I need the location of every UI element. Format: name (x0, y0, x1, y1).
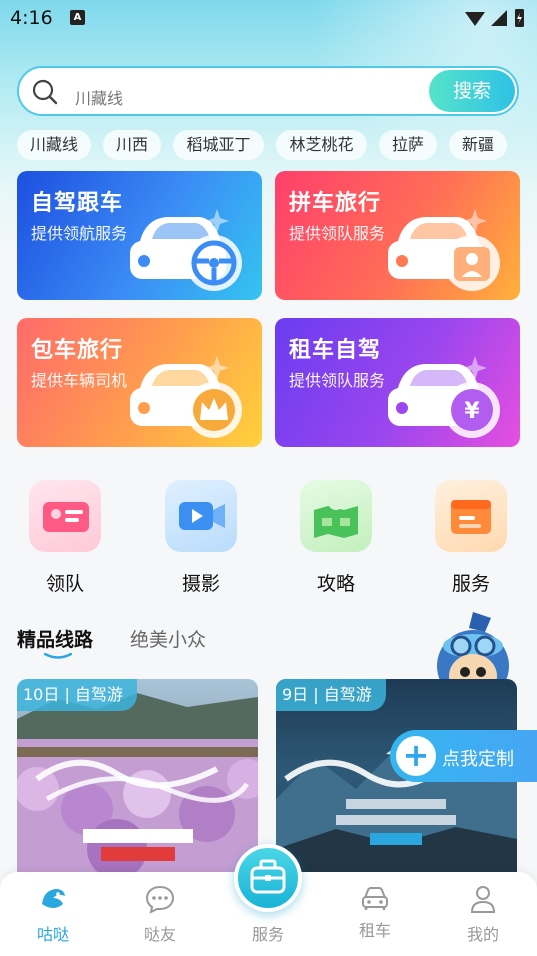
tab-active-indicator (44, 653, 72, 659)
card-title: 拼车旅行 (289, 191, 382, 216)
nav-label: 我的 (466, 925, 499, 944)
car-yuan-icon: ¥ (388, 356, 500, 438)
quick-link-service[interactable]: 服务 (426, 480, 516, 595)
tab-niche-routes[interactable]: 绝美小众 (130, 625, 206, 652)
nav-friends[interactable]: 哒友 (125, 884, 195, 944)
customize-label: 点我定制 (442, 749, 514, 770)
chat-bubble-icon (145, 885, 175, 914)
nav-profile[interactable]: 我的 (448, 884, 518, 944)
customize-trip-button[interactable]: + 点我定制 (390, 730, 537, 782)
notification-a-icon: A (70, 10, 85, 25)
card-subtitle: 提供车辆司机 (31, 371, 128, 390)
quick-link-label: 领队 (45, 573, 84, 595)
svg-text:¥: ¥ (464, 399, 480, 424)
quick-link-guide[interactable]: 攻略 (291, 480, 381, 595)
route-duration-badge: 10日 | 自驾游 (17, 679, 137, 711)
card-title: 租车自驾 (289, 338, 382, 363)
card-subtitle: 提供领航服务 (31, 224, 128, 243)
car-steering-wheel-icon (130, 209, 242, 291)
service-card-rental[interactable]: 租车自驾 提供领队服务 ¥ (275, 318, 520, 447)
search-button[interactable]: 搜索 (429, 70, 515, 112)
quick-link-photography[interactable]: 摄影 (156, 480, 246, 595)
service-card-carpool[interactable]: 拼车旅行 提供领队服务 (275, 171, 520, 300)
status-bar: 4:16 A (0, 0, 537, 36)
plus-icon: + (396, 736, 436, 776)
quick-link-label: 服务 (451, 573, 490, 595)
card-subtitle: 提供领队服务 (289, 371, 386, 390)
card-title: 自驾跟车 (31, 191, 124, 216)
video-camera-icon (165, 480, 237, 552)
briefcase-icon (250, 859, 286, 894)
card-title: 包车旅行 (31, 338, 124, 363)
status-time: 4:16 (10, 7, 53, 29)
hot-keyword-chips: 川藏线 川西 稻城亚丁 林芝桃花 拉萨 新疆 (17, 130, 527, 160)
nav-label: 服务 (251, 925, 284, 944)
chip-keyword[interactable]: 川西 (103, 130, 161, 160)
signal-battery-icons (465, 9, 524, 27)
tab-featured-routes[interactable]: 精品线路 (17, 625, 93, 652)
car-person-icon (388, 209, 500, 291)
id-card-icon (29, 480, 101, 552)
chip-keyword[interactable]: 稻城亚丁 (173, 130, 264, 160)
nav-home[interactable]: 咕哒 (18, 884, 88, 944)
service-card-charter[interactable]: 包车旅行 提供车辆司机 (17, 318, 262, 447)
nav-car-rental[interactable]: 租车 (340, 884, 410, 944)
map-pin-icon (300, 480, 372, 552)
folder-icon (435, 480, 507, 552)
nav-label: 咕哒 (36, 925, 69, 944)
quick-link-leader[interactable]: 领队 (20, 480, 110, 595)
service-card-self-drive[interactable]: 自驾跟车 提供领航服务 (17, 171, 262, 300)
nav-label: 租车 (358, 921, 391, 940)
quick-link-label: 摄影 (181, 573, 220, 595)
card-subtitle: 提供领队服务 (289, 224, 386, 243)
route-duration-badge: 9日 | 自驾游 (276, 679, 386, 711)
bird-logo-icon (42, 889, 65, 908)
chip-keyword[interactable]: 川藏线 (17, 130, 91, 160)
chip-keyword[interactable]: 新疆 (449, 130, 507, 160)
search-bar[interactable]: 川藏线 搜索 (17, 66, 519, 116)
search-icon (32, 79, 58, 105)
search-input[interactable]: 川藏线 (75, 85, 123, 109)
nav-label: 哒友 (143, 925, 176, 944)
user-icon (470, 886, 496, 913)
car-icon (362, 887, 388, 910)
quick-link-label: 攻略 (316, 573, 355, 595)
route-card[interactable]: 10日 | 自驾游 (17, 679, 258, 874)
center-service-button[interactable] (234, 844, 302, 912)
car-crown-icon (130, 356, 242, 438)
chip-keyword[interactable]: 林芝桃花 (276, 130, 367, 160)
chip-keyword[interactable]: 拉萨 (379, 130, 437, 160)
